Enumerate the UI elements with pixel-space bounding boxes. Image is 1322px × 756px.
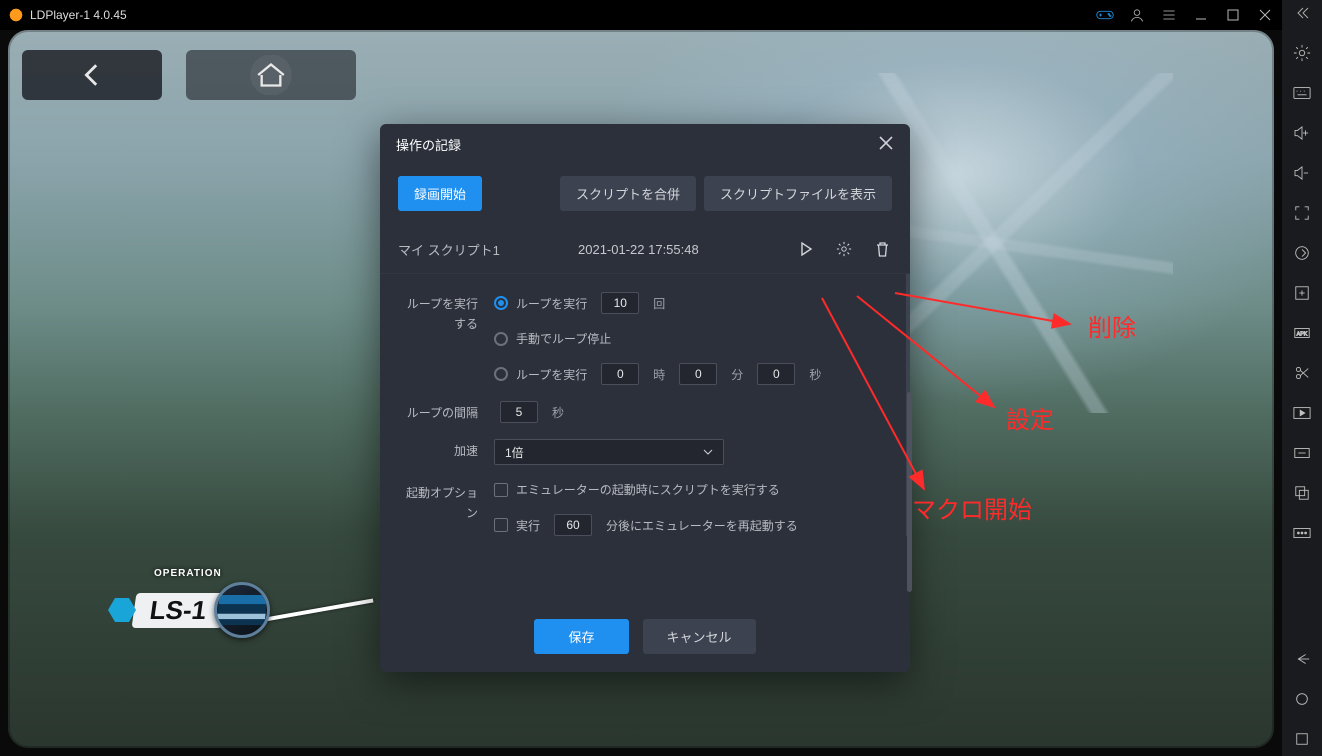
annotation-settings: 設定	[1006, 400, 1054, 435]
nav-back-icon[interactable]	[1288, 645, 1316, 673]
account-icon[interactable]	[1128, 6, 1146, 24]
script-row[interactable]: マイ スクリプト1 2021-01-22 17:55:48	[380, 225, 910, 274]
game-home-button[interactable]	[186, 50, 356, 100]
interval-label: ループの間隔	[398, 401, 478, 423]
accel-label: 加速	[398, 439, 478, 461]
dialog-header: 操作の記録	[380, 124, 910, 164]
app-logo-icon	[8, 7, 24, 23]
accel-select[interactable]: 1倍	[494, 439, 724, 465]
close-icon[interactable]	[1256, 6, 1274, 24]
home-icon	[206, 55, 336, 95]
loop-hours-input[interactable]	[601, 363, 639, 385]
clone-icon[interactable]	[1288, 479, 1316, 507]
collapse-sidebar-icon[interactable]	[1295, 6, 1309, 30]
script-name: マイ スクリプト1	[398, 240, 578, 259]
volume-down-icon[interactable]	[1288, 159, 1316, 187]
scissors-icon[interactable]	[1288, 359, 1316, 387]
macro-record-dialog: 操作の記録 録画開始 スクリプトを合併 スクリプトファイルを表示 マイ スクリプ…	[380, 124, 910, 672]
apk-install-icon[interactable]: APK	[1288, 319, 1316, 347]
dialog-footer: 保存 キャンセル	[380, 603, 910, 672]
startup-label: 起動オプション	[398, 481, 478, 523]
stage-pill[interactable]: OPERATION LS-1	[108, 582, 374, 638]
loop-seconds-input[interactable]	[757, 363, 795, 385]
startup-run-on-launch[interactable]: エミュレーターの起動時にスクリプトを実行する	[494, 481, 888, 498]
loop-option-manual[interactable]: 手動でループ停止	[494, 330, 888, 347]
stage-code: LS-1	[148, 595, 209, 625]
script-delete-icon[interactable]	[872, 239, 892, 259]
radio-on-icon[interactable]	[494, 296, 508, 310]
script-play-icon[interactable]	[796, 239, 816, 259]
nav-recent-icon[interactable]	[1288, 725, 1316, 753]
menu-icon[interactable]	[1160, 6, 1178, 24]
gamepad-icon[interactable]	[1096, 6, 1114, 24]
shake-icon[interactable]	[1288, 439, 1316, 467]
dialog-toolbar: 録画開始 スクリプトを合併 スクリプトファイルを表示	[380, 164, 910, 225]
script-settings-panel: ループを実行する ループを実行 回 手動でループ停止 ループを実行 時	[380, 274, 910, 536]
record-video-icon[interactable]	[1288, 399, 1316, 427]
checkbox-icon[interactable]	[494, 483, 508, 497]
titlebar: LDPlayer-1 4.0.45	[0, 0, 1282, 30]
restart-minutes-input[interactable]	[554, 514, 592, 536]
dialog-title: 操作の記録	[396, 135, 461, 154]
more-icon[interactable]	[1288, 519, 1316, 547]
radio-off-icon[interactable]	[494, 332, 508, 346]
loop-option-count[interactable]: ループを実行 回	[494, 292, 888, 314]
multi-instance-icon[interactable]	[1288, 279, 1316, 307]
annotation-macro-start: マクロ開始	[912, 490, 1032, 525]
loop-minutes-input[interactable]	[679, 363, 717, 385]
startup-restart-after[interactable]: 実行 分後にエミュレーターを再起動する	[494, 514, 888, 536]
annotation-delete: 削除	[1088, 308, 1136, 343]
dialog-close-icon[interactable]	[878, 135, 894, 154]
fullscreen-icon[interactable]	[1288, 199, 1316, 227]
nav-home-icon[interactable]	[1288, 685, 1316, 713]
game-back-button[interactable]	[22, 50, 162, 100]
stage-medal-icon	[214, 582, 270, 638]
script-settings-icon[interactable]	[834, 239, 854, 259]
stage-connector-line	[265, 598, 374, 621]
loop-option-duration[interactable]: ループを実行 時 分 秒	[494, 363, 888, 385]
side-toolbar: APK	[1282, 0, 1322, 756]
loop-label: ループを実行する	[398, 292, 478, 334]
sync-icon[interactable]	[1288, 239, 1316, 267]
merge-script-button[interactable]: スクリプトを合併	[560, 176, 696, 211]
record-start-button[interactable]: 録画開始	[398, 176, 482, 211]
maximize-icon[interactable]	[1224, 6, 1242, 24]
keyboard-icon[interactable]	[1288, 79, 1316, 107]
chevron-down-icon	[703, 449, 713, 455]
cancel-button[interactable]: キャンセル	[643, 619, 756, 654]
loop-count-input[interactable]	[601, 292, 639, 314]
app-title: LDPlayer-1 4.0.45	[30, 8, 127, 22]
checkbox-icon[interactable]	[494, 518, 508, 532]
volume-up-icon[interactable]	[1288, 119, 1316, 147]
settings-gear-icon[interactable]	[1288, 39, 1316, 67]
interval-input[interactable]	[500, 401, 538, 423]
stage-operation-label: OPERATION	[154, 568, 222, 579]
radio-off-icon[interactable]	[494, 367, 508, 381]
script-timestamp: 2021-01-22 17:55:48	[578, 242, 796, 257]
svg-text:APK: APK	[1297, 332, 1308, 338]
minimize-icon[interactable]	[1192, 6, 1210, 24]
save-button[interactable]: 保存	[534, 619, 628, 654]
show-script-file-button[interactable]: スクリプトファイルを表示	[704, 176, 892, 211]
